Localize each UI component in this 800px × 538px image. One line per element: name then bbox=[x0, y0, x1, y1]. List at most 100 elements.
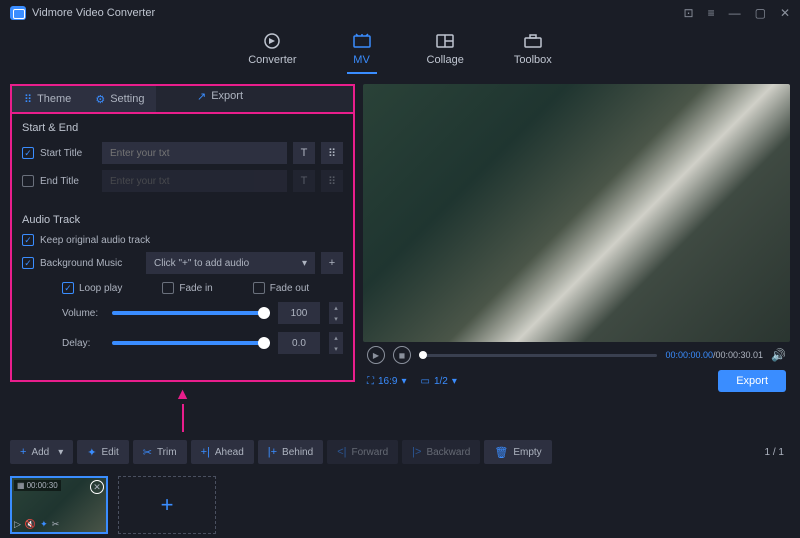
backward-icon: |> bbox=[412, 446, 421, 458]
tab-collage[interactable]: Collage bbox=[427, 32, 464, 74]
section-title: Audio Track bbox=[22, 214, 343, 226]
text-options-button[interactable]: ⠿ bbox=[321, 142, 343, 164]
subtab-theme[interactable]: ⠿ Theme bbox=[12, 86, 83, 112]
delay-value[interactable]: 0.0 bbox=[278, 332, 320, 354]
trim-button[interactable]: ✂Trim bbox=[133, 440, 187, 464]
volume-step-down[interactable]: ▾ bbox=[329, 313, 343, 324]
page-indicator: 1 / 1 bbox=[765, 447, 790, 458]
aspect-value: 16:9 bbox=[378, 376, 397, 387]
start-title-input[interactable] bbox=[102, 142, 287, 164]
volume-slider[interactable] bbox=[112, 311, 270, 315]
scale-value: 1/2 bbox=[434, 376, 448, 387]
clip-thumbnail[interactable]: ▦00:00:30 ✕ ▷ 🔇 ✦ ✂ bbox=[10, 476, 108, 534]
stop-button[interactable]: ◼ bbox=[393, 346, 411, 364]
bg-music-dropdown[interactable]: Click "+" to add audio bbox=[146, 252, 315, 274]
remove-clip-button[interactable]: ✕ bbox=[90, 480, 104, 494]
keep-original-checkbox[interactable] bbox=[22, 234, 34, 246]
behind-button[interactable]: |+Behind bbox=[258, 440, 323, 464]
volume-icon[interactable]: 🔊 bbox=[771, 348, 786, 362]
playback-controls: ▶ ◼ 00:00:00.00/00:00:30.01 🔊 bbox=[363, 342, 790, 368]
tab-label: Collage bbox=[427, 54, 464, 66]
video-preview[interactable] bbox=[363, 84, 790, 342]
menu-icon[interactable]: ≡ bbox=[708, 6, 715, 20]
subtab-label: Export bbox=[211, 90, 243, 102]
loop-play-checkbox[interactable] bbox=[62, 282, 74, 294]
ahead-icon: +| bbox=[201, 446, 210, 458]
preview-options: ⛶ 16:9 ▾ ▭ 1/2 ▾ Export bbox=[363, 368, 790, 394]
start-title-row: Start Title T ⠿ bbox=[22, 142, 343, 164]
time-display: 00:00:00.00/00:00:30.01 bbox=[665, 350, 763, 360]
volume-step-up[interactable]: ▴ bbox=[329, 302, 343, 313]
backward-button[interactable]: |>Backward bbox=[402, 440, 480, 464]
app-logo-icon bbox=[10, 6, 26, 20]
minimize-icon[interactable]: — bbox=[729, 6, 741, 20]
converter-icon bbox=[261, 32, 283, 50]
start-title-label: Start Title bbox=[40, 148, 96, 159]
export-icon: ↗ bbox=[197, 90, 206, 103]
chevron-down-icon: ▾ bbox=[58, 447, 63, 458]
fade-in-checkbox[interactable] bbox=[162, 282, 174, 294]
maximize-icon[interactable]: ▢ bbox=[755, 6, 766, 20]
forward-icon: <| bbox=[337, 446, 346, 458]
aspect-ratio-dropdown[interactable]: ⛶ 16:9 ▾ bbox=[367, 376, 407, 387]
film-icon: ▦ bbox=[17, 481, 25, 490]
edit-icon: ✦ bbox=[87, 446, 96, 459]
tab-label: Toolbox bbox=[514, 54, 552, 66]
bg-music-row: Background Music Click "+" to add audio … bbox=[22, 252, 343, 274]
close-icon[interactable]: ✕ bbox=[780, 6, 790, 20]
add-button[interactable]: +Add▾ bbox=[10, 440, 73, 464]
bg-music-label: Background Music bbox=[40, 258, 140, 269]
empty-button[interactable]: 🗑Empty bbox=[484, 440, 551, 464]
fade-out-label: Fade out bbox=[270, 283, 309, 294]
feedback-icon[interactable]: ⊡ bbox=[684, 6, 694, 20]
ahead-button[interactable]: +|Ahead bbox=[191, 440, 254, 464]
collage-icon bbox=[434, 32, 456, 50]
clip-thumbnails: ▦00:00:30 ✕ ▷ 🔇 ✦ ✂ + bbox=[0, 472, 800, 538]
fade-out-checkbox[interactable] bbox=[253, 282, 265, 294]
subtab-setting[interactable]: ⚙ Setting bbox=[83, 86, 156, 112]
keep-original-row: Keep original audio track bbox=[22, 234, 343, 246]
end-title-input[interactable] bbox=[102, 170, 287, 192]
text-style-button[interactable]: T bbox=[293, 170, 315, 192]
add-audio-button[interactable]: + bbox=[321, 252, 343, 274]
export-button[interactable]: Export bbox=[718, 370, 786, 392]
end-title-checkbox[interactable] bbox=[22, 175, 34, 187]
tab-mv[interactable]: MV bbox=[347, 32, 377, 74]
main-tabs: Converter MV Collage Toolbox bbox=[0, 26, 800, 84]
plus-icon: + bbox=[20, 446, 26, 458]
subtab-label: Setting bbox=[110, 93, 144, 105]
trash-icon: 🗑 bbox=[494, 446, 508, 459]
text-style-button[interactable]: T bbox=[293, 142, 315, 164]
text-options-button[interactable]: ⠿ bbox=[321, 170, 343, 192]
aspect-icon: ⛶ bbox=[367, 376, 374, 387]
delay-step-up[interactable]: ▴ bbox=[329, 332, 343, 343]
end-title-label: End Title bbox=[40, 176, 96, 187]
forward-button[interactable]: <|Forward bbox=[327, 440, 398, 464]
tab-converter[interactable]: Converter bbox=[248, 32, 296, 74]
delay-step-down[interactable]: ▾ bbox=[329, 343, 343, 354]
tab-toolbox[interactable]: Toolbox bbox=[514, 32, 552, 74]
subtab-label: Theme bbox=[37, 93, 71, 105]
start-end-section: Start & End Start Title T ⠿ End Title T … bbox=[12, 114, 353, 206]
scissors-icon[interactable]: ✂ bbox=[52, 519, 60, 530]
start-title-checkbox[interactable] bbox=[22, 147, 34, 159]
section-title: Start & End bbox=[22, 122, 343, 134]
delay-row: Delay: 0.0 ▴▾ bbox=[22, 332, 343, 354]
clip-duration: ▦00:00:30 bbox=[14, 480, 61, 491]
mv-icon bbox=[351, 32, 373, 50]
star-icon[interactable]: ✦ bbox=[40, 519, 48, 530]
subtab-export[interactable]: ↗ Export bbox=[185, 82, 255, 110]
edit-button[interactable]: ✦Edit bbox=[77, 440, 128, 464]
play-icon[interactable]: ▷ bbox=[14, 519, 21, 530]
play-button[interactable]: ▶ bbox=[367, 346, 385, 364]
scissors-icon: ✂ bbox=[143, 446, 152, 459]
delay-slider[interactable] bbox=[112, 341, 270, 345]
progress-bar[interactable] bbox=[419, 354, 657, 357]
scale-dropdown[interactable]: ▭ 1/2 ▾ bbox=[421, 376, 457, 387]
add-clip-button[interactable]: + bbox=[118, 476, 216, 534]
mute-icon[interactable]: 🔇 bbox=[25, 519, 36, 530]
title-bar: Vidmore Video Converter ⊡ ≡ — ▢ ✕ bbox=[0, 0, 800, 26]
audio-track-section: Audio Track Keep original audio track Ba… bbox=[12, 206, 353, 370]
bg-music-checkbox[interactable] bbox=[22, 257, 34, 269]
volume-value[interactable]: 100 bbox=[278, 302, 320, 324]
